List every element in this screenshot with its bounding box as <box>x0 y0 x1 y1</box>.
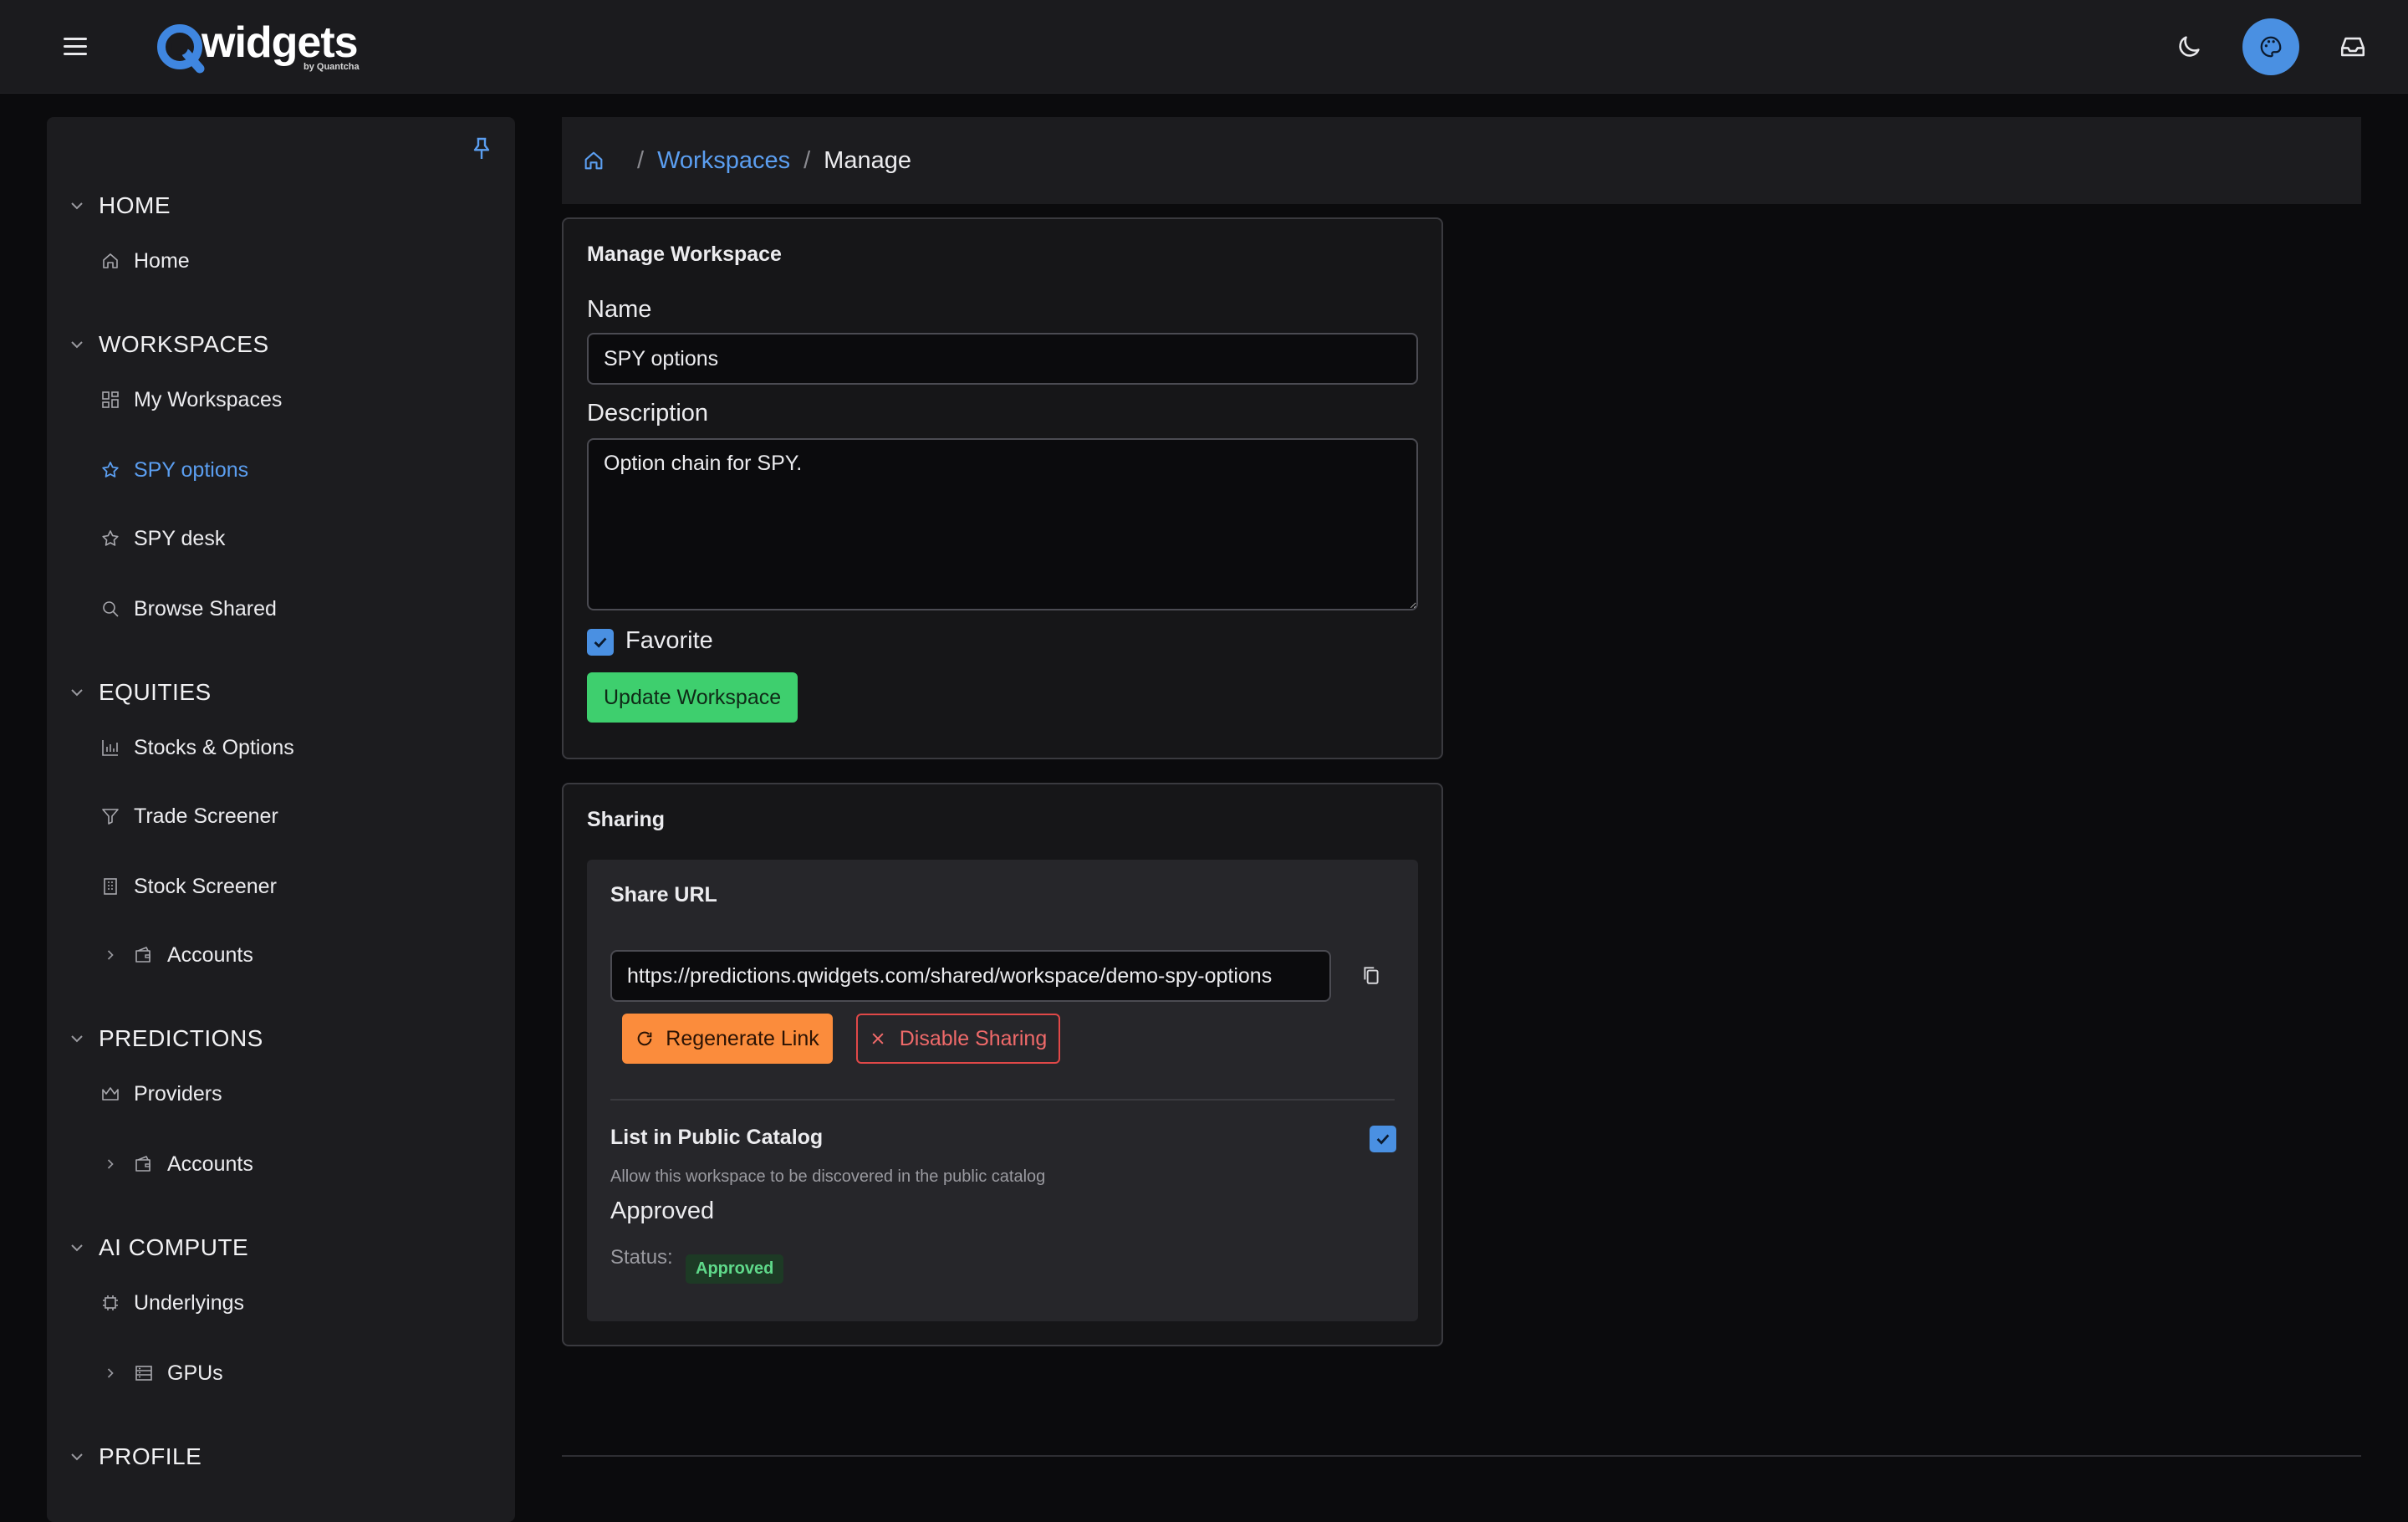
sidebar-section-workspaces[interactable]: WORKSPACES <box>67 328 269 361</box>
share-url-input[interactable] <box>610 950 1331 1002</box>
divider <box>610 1099 1395 1101</box>
name-label: Name <box>587 296 652 323</box>
sidebar-item-spy-options[interactable]: SPY options <box>100 452 248 488</box>
status-label: Status: <box>610 1246 673 1269</box>
wallet-icon <box>135 1156 150 1172</box>
share-url-label: Share URL <box>610 883 717 907</box>
logo-q-icon <box>157 24 205 74</box>
sharing-card: Sharing Share URL Regenerate Link Disabl… <box>562 783 1443 1346</box>
brand-logo[interactable]: widgets by Quantcha <box>155 18 360 74</box>
chevron-right-icon[interactable] <box>102 947 119 963</box>
sidebar-item-providers[interactable]: Providers <box>100 1075 222 1112</box>
approval-heading: Approved <box>610 1198 715 1224</box>
sidebar-item-browse-shared[interactable]: Browse Shared <box>100 590 277 627</box>
home-icon[interactable] <box>582 149 605 172</box>
check-icon <box>1376 1134 1390 1145</box>
regenerate-link-button[interactable]: Regenerate Link <box>622 1014 833 1064</box>
sidebar-item-stocks-options[interactable]: Stocks & Options <box>100 729 294 766</box>
sidebar-section-equities[interactable]: EQUITIES <box>67 676 212 709</box>
favorite-checkbox[interactable] <box>587 629 614 656</box>
copy-icon[interactable] <box>1356 960 1386 990</box>
chevron-down-icon <box>71 202 83 210</box>
refresh-icon <box>637 1031 652 1046</box>
sharing-title: Sharing <box>587 808 666 831</box>
sidebar-item-trade-screener[interactable]: Trade Screener <box>100 798 278 835</box>
sidebar-item-equities-accounts[interactable]: Accounts <box>102 937 253 973</box>
sidebar: HOME Home WORKSPACES My Workspaces SPY o… <box>47 117 515 1522</box>
sidebar-section-predictions[interactable]: PREDICTIONS <box>67 1022 263 1055</box>
wallet-icon <box>135 947 150 963</box>
top-bar: widgets by Quantcha <box>0 0 2408 94</box>
breadcrumb: / Workspaces / Manage <box>562 117 2361 204</box>
breadcrumb-workspaces-link[interactable]: Workspaces <box>657 147 790 175</box>
share-url-panel: Share URL Regenerate Link Disable Sharin… <box>587 860 1418 1321</box>
chevron-right-icon[interactable] <box>102 1156 119 1172</box>
disable-sharing-button[interactable]: Disable Sharing <box>856 1014 1060 1064</box>
chip-icon <box>103 1295 118 1310</box>
name-input[interactable] <box>587 333 1418 385</box>
brand-name: widgets <box>202 18 359 67</box>
filter-icon <box>102 809 119 825</box>
brand-tagline: by Quantcha <box>304 62 360 72</box>
moon-icon[interactable] <box>2161 18 2217 75</box>
building-icon <box>104 878 117 895</box>
status-badge: Approved <box>686 1254 784 1284</box>
sidebar-item-gpus[interactable]: GPUs <box>102 1355 223 1392</box>
sidebar-section-ai-compute[interactable]: AI COMPUTE <box>67 1231 248 1264</box>
footer-divider <box>562 1455 2361 1457</box>
server-icon <box>135 1366 152 1381</box>
description-label: Description <box>587 400 709 426</box>
manage-workspace-title: Manage Workspace <box>587 243 782 266</box>
sidebar-section-home[interactable]: HOME <box>67 189 171 222</box>
favorite-label: Favorite <box>625 627 713 654</box>
breadcrumb-current: Manage <box>824 146 911 174</box>
sidebar-item-home[interactable]: Home <box>100 243 190 279</box>
chevron-down-icon <box>71 689 83 697</box>
grid-icon <box>102 391 119 408</box>
star-icon <box>102 462 119 478</box>
chevron-down-icon <box>71 1035 83 1043</box>
search-icon <box>103 601 119 617</box>
update-workspace-button[interactable]: Update Workspace <box>587 672 798 723</box>
star-icon <box>102 530 119 546</box>
sidebar-item-stock-screener[interactable]: Stock Screener <box>100 868 277 905</box>
public-catalog-label: List in Public Catalog <box>610 1126 824 1149</box>
sidebar-item-underlyings[interactable]: Underlyings <box>100 1285 244 1321</box>
public-catalog-checkbox[interactable] <box>1370 1126 1396 1152</box>
chevron-down-icon <box>71 1453 83 1461</box>
chevron-down-icon <box>71 1244 83 1252</box>
close-icon <box>872 1033 884 1044</box>
breadcrumb-separator: / <box>637 146 645 174</box>
breadcrumb-separator: / <box>804 146 811 174</box>
home-icon <box>103 253 118 268</box>
manage-workspace-card: Manage Workspace Name Description Option… <box>562 217 1443 759</box>
chevron-right-icon[interactable] <box>102 1365 119 1382</box>
crown-icon <box>102 1087 119 1101</box>
bar-chart-icon <box>102 740 118 756</box>
menu-icon[interactable] <box>59 31 92 61</box>
inbox-icon[interactable] <box>2324 18 2381 75</box>
chevron-down-icon <box>71 341 83 349</box>
breadcrumb-trail: / Workspaces / Manage <box>582 117 911 204</box>
sidebar-item-predictions-accounts[interactable]: Accounts <box>102 1146 253 1182</box>
description-textarea[interactable]: Option chain for SPY. <box>587 438 1418 610</box>
check-icon <box>594 637 607 648</box>
pin-icon[interactable] <box>468 135 495 162</box>
sidebar-item-my-workspaces[interactable]: My Workspaces <box>100 381 282 418</box>
palette-icon[interactable] <box>2242 18 2299 75</box>
sidebar-section-profile[interactable]: PROFILE <box>67 1440 202 1473</box>
sidebar-item-spy-desk[interactable]: SPY desk <box>100 520 225 557</box>
public-catalog-help: Allow this workspace to be discovered in… <box>610 1167 1046 1186</box>
